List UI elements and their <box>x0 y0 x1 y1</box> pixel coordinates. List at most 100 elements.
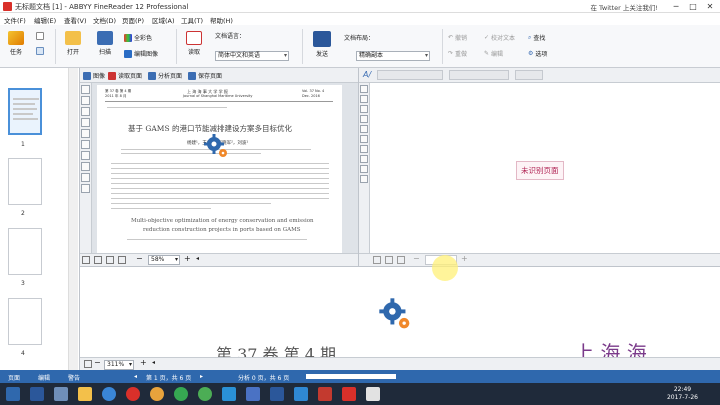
image-zoom-select[interactable]: 58% ▾ <box>148 255 180 265</box>
open-button[interactable]: 打开 <box>62 31 84 56</box>
scan-button[interactable]: 扫描 <box>94 31 116 56</box>
align-right-icon[interactable] <box>360 155 368 163</box>
chat-icon[interactable] <box>174 387 188 401</box>
align-center-icon[interactable] <box>360 145 368 153</box>
menu-tools[interactable]: 工具(T) <box>181 15 203 25</box>
doc-layout-select[interactable]: 精确副本 ▾ <box>356 51 430 61</box>
read-button[interactable]: 读取 <box>183 31 205 56</box>
menu-page[interactable]: 页面(P) <box>122 15 144 25</box>
wechat-icon[interactable] <box>198 387 212 401</box>
maximize-button[interactable]: □ <box>685 1 701 12</box>
taskbar-app-icon[interactable] <box>366 387 380 401</box>
prev-page-icon[interactable]: ◂ <box>134 373 137 380</box>
redo-button[interactable]: ↷ 重做 <box>448 49 467 58</box>
zoom-in-icon[interactable]: + <box>140 358 147 367</box>
close-button[interactable]: ✕ <box>702 1 718 12</box>
pages-tab[interactable]: 页面 <box>8 373 20 382</box>
taskbar-app-icon[interactable] <box>54 387 68 401</box>
barcode-area-icon[interactable] <box>81 140 90 149</box>
select-area-icon[interactable] <box>81 85 90 94</box>
scroll-left-icon[interactable]: ◂ <box>196 255 199 262</box>
zoom-pane-zoom-select[interactable]: 311% ▾ <box>104 360 134 370</box>
task-button[interactable]: 任务 <box>6 31 26 56</box>
thumbnails-scrollbar[interactable] <box>68 68 78 370</box>
edit-tab[interactable]: 编辑 <box>38 373 50 382</box>
fit-page-icon[interactable] <box>82 256 90 264</box>
superscript-icon[interactable] <box>360 115 368 123</box>
twitter-link[interactable]: 在 Twitter 上关注我们! <box>590 2 658 12</box>
remove-area-icon[interactable] <box>81 162 90 171</box>
start-icon[interactable] <box>6 387 20 401</box>
page-thumbnail[interactable] <box>8 298 42 345</box>
fit-width-icon[interactable] <box>94 256 102 264</box>
page-thumbnail[interactable] <box>8 158 42 205</box>
new-button[interactable] <box>36 32 44 40</box>
browser-icon[interactable] <box>102 387 116 401</box>
check-text-button[interactable]: ✓ 校对文本 <box>484 33 515 42</box>
analyze-page-button[interactable]: 分析页面 <box>148 71 182 80</box>
pointer-icon[interactable] <box>81 173 90 182</box>
menu-edit[interactable]: 编辑(E) <box>34 15 56 25</box>
align-left-icon[interactable] <box>360 135 368 143</box>
fit-height-icon[interactable] <box>118 256 126 264</box>
undo-button[interactable]: ↶ 撤销 <box>448 33 467 42</box>
page-thumbnail[interactable] <box>8 88 42 135</box>
table-area-icon[interactable] <box>81 118 90 127</box>
finereader-icon[interactable] <box>342 387 356 401</box>
fit-page-icon[interactable] <box>373 256 381 264</box>
insert-picture-icon[interactable] <box>360 175 368 183</box>
zoom-out-icon[interactable]: − <box>413 254 420 263</box>
word-icon[interactable] <box>270 387 284 401</box>
text-style-icon[interactable]: A/ <box>363 70 371 79</box>
save-page-button[interactable]: 保存页面 <box>188 71 222 80</box>
send-button[interactable]: 发送 <box>310 31 334 58</box>
menu-help[interactable]: 帮助(H) <box>210 15 233 25</box>
actual-size-icon[interactable] <box>106 256 114 264</box>
page-thumbnail[interactable] <box>8 228 42 275</box>
zoom-in-icon[interactable]: + <box>461 254 468 263</box>
zoom-out-icon[interactable]: − <box>94 358 101 367</box>
taskbar-app-icon[interactable] <box>294 387 308 401</box>
browser-icon[interactable] <box>126 387 140 401</box>
menu-file[interactable]: 文件(F) <box>4 15 26 25</box>
scroll-left-icon[interactable]: ◂ <box>152 359 155 366</box>
text-area-icon[interactable] <box>81 96 90 105</box>
font-select[interactable] <box>449 70 509 80</box>
add-area-icon[interactable] <box>81 151 90 160</box>
edit-button[interactable]: ✎ 编辑 <box>484 49 503 58</box>
alerts-tab[interactable]: 警告 <box>68 373 80 382</box>
style-select[interactable] <box>377 70 443 80</box>
zoom-out-icon[interactable]: − <box>136 254 143 263</box>
full-color-button[interactable]: 全彩色 <box>124 33 152 42</box>
read-page-button[interactable]: 读取页面 <box>108 71 142 80</box>
taskbar-app-icon[interactable] <box>222 387 236 401</box>
background-picture-icon[interactable] <box>81 129 90 138</box>
browser-icon[interactable] <box>150 387 164 401</box>
actual-size-icon[interactable] <box>397 256 405 264</box>
document-page-image[interactable]: 第 37 卷 第 4 期 2011 年 8 月 上 海 海 事 大 学 学 报 … <box>97 85 342 253</box>
hand-icon[interactable] <box>81 184 90 193</box>
new-scan-button[interactable] <box>36 47 44 55</box>
doc-language-select[interactable]: 简体中文和英语 ▾ <box>215 51 289 61</box>
find-button[interactable]: ⌕ 查找 <box>528 33 545 43</box>
next-page-icon[interactable]: ▸ <box>200 373 203 380</box>
minimize-button[interactable]: ─ <box>668 1 684 12</box>
pdf-icon[interactable] <box>318 387 332 401</box>
fit-page-icon[interactable] <box>84 360 92 368</box>
subscript-icon[interactable] <box>360 125 368 133</box>
picture-area-icon[interactable] <box>81 107 90 116</box>
bold-icon[interactable] <box>360 85 368 93</box>
folder-icon[interactable] <box>78 387 92 401</box>
zoom-in-icon[interactable]: + <box>184 254 191 263</box>
underline-icon[interactable] <box>360 105 368 113</box>
options-button[interactable]: ⚙ 选项 <box>528 49 547 58</box>
taskbar-app-icon[interactable] <box>30 387 44 401</box>
font-size-select[interactable] <box>515 70 543 80</box>
edit-image-button[interactable]: 编辑图像 <box>124 49 158 58</box>
taskbar-app-icon[interactable] <box>246 387 260 401</box>
italic-icon[interactable] <box>360 95 368 103</box>
fit-width-icon[interactable] <box>385 256 393 264</box>
menu-area[interactable]: 区域(A) <box>152 15 175 25</box>
menu-document[interactable]: 文档(D) <box>93 15 116 25</box>
justify-icon[interactable] <box>360 165 368 173</box>
